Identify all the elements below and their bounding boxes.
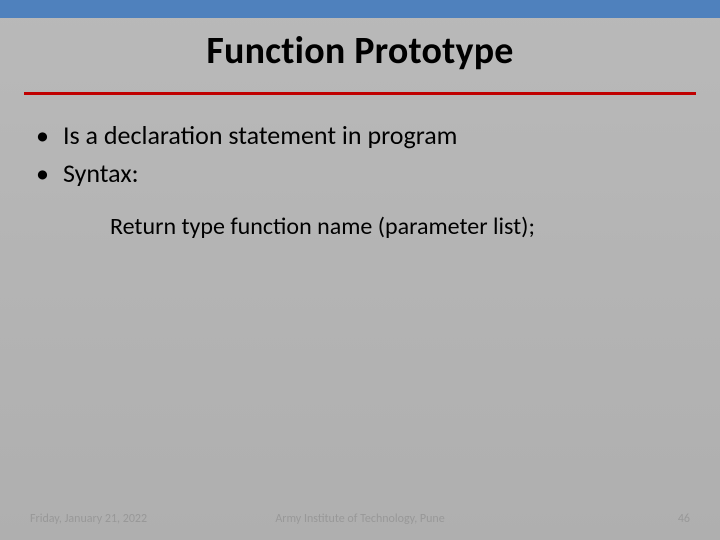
bullet-text: Is a declaration statement in program [63,118,458,152]
bullet-text: Syntax: [63,156,139,190]
bullet-dot-icon: • [36,156,49,190]
bullet-item: • Is a declaration statement in program [32,118,688,152]
title-underline [24,92,696,95]
body-area: • Is a declaration statement in program … [32,118,688,241]
syntax-line: Return type function name (parameter lis… [110,212,688,241]
bullet-item: • Syntax: [32,156,688,190]
title-zone: Function Prototype [0,28,720,74]
footer-org: Army Institute of Technology, Pune [0,512,720,526]
footer: Friday, January 21, 2022 Army Institute … [0,508,720,526]
footer-page-number: 46 [678,512,690,526]
top-accent-bar [0,0,720,18]
slide-title: Function Prototype [0,28,720,74]
bullet-dot-icon: • [36,118,49,152]
